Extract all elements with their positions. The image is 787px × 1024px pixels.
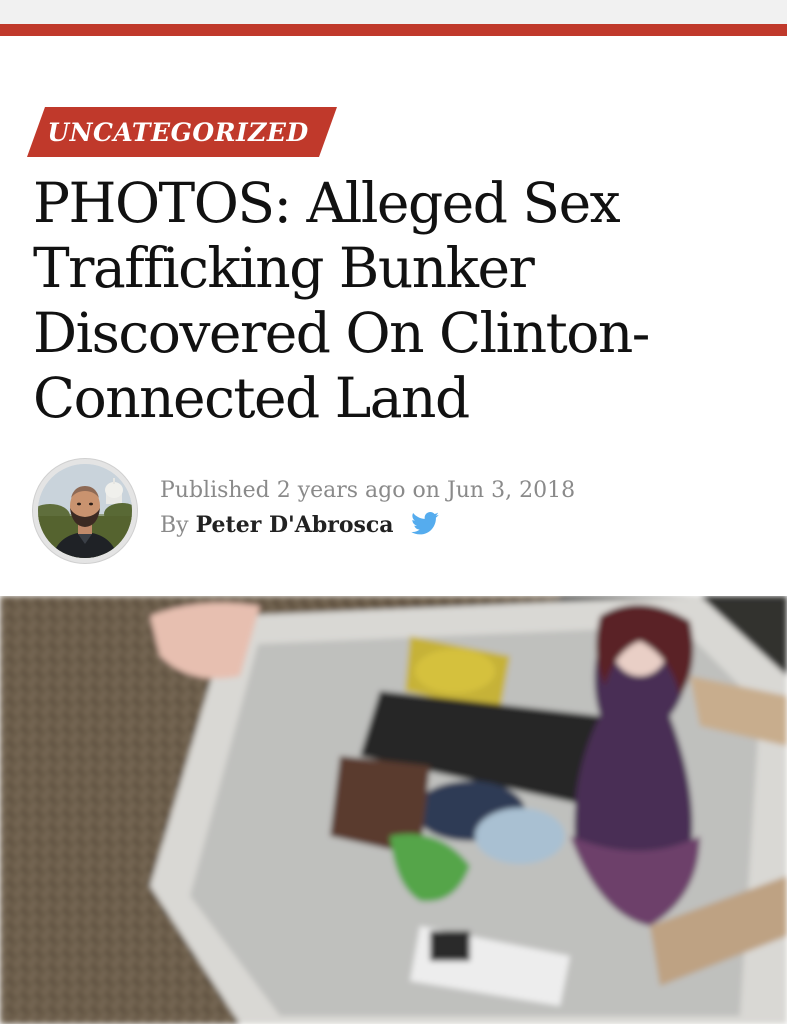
published-date: Jun 3, 2018 bbox=[446, 478, 576, 503]
category-label: UNCATEGORIZED bbox=[47, 117, 309, 147]
by-label: By bbox=[160, 513, 189, 538]
brand-accent-bar bbox=[0, 24, 787, 36]
article-headline: PHOTOS: Alleged Sex Trafficking Bunker D… bbox=[33, 171, 650, 430]
author-photo bbox=[38, 464, 132, 558]
top-bar bbox=[0, 0, 787, 24]
published-relative: 2 years ago bbox=[276, 478, 406, 503]
publish-info: Published 2 years ago on Jun 3, 2018 bbox=[160, 478, 575, 503]
twitter-icon[interactable] bbox=[410, 512, 439, 541]
published-prefix: Published bbox=[160, 478, 270, 503]
published-on: on bbox=[412, 478, 440, 503]
category-badge[interactable]: UNCATEGORIZED bbox=[27, 107, 337, 157]
byline: By Peter D'Abrosca bbox=[160, 512, 439, 541]
author-avatar[interactable] bbox=[33, 459, 137, 563]
hero-photo[interactable] bbox=[0, 596, 787, 1024]
author-link[interactable]: Peter D'Abrosca bbox=[196, 512, 394, 538]
twitter-bird-icon bbox=[410, 512, 439, 535]
